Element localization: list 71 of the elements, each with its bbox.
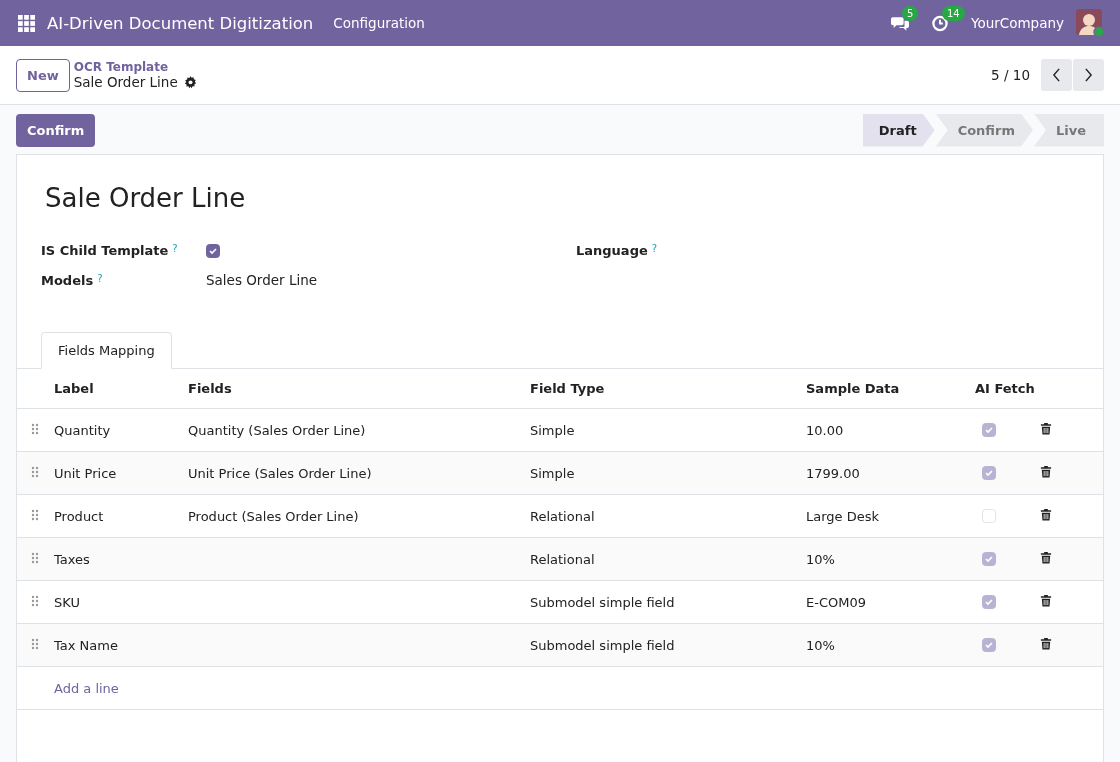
status-stage[interactable]: Confirm bbox=[935, 113, 1033, 147]
gear-icon[interactable] bbox=[183, 75, 197, 89]
drag-handle-icon[interactable] bbox=[31, 465, 39, 478]
chevron-left-icon bbox=[1052, 68, 1061, 82]
table-cell: Taxes bbox=[53, 537, 187, 581]
chevron-right-icon bbox=[1084, 68, 1093, 82]
field-label: IS Child Template bbox=[41, 243, 169, 258]
drag-handle-icon[interactable] bbox=[31, 594, 39, 607]
table-cell: Unit Price (Sales Order Line) bbox=[188, 465, 372, 481]
table-cell: Product bbox=[53, 494, 187, 538]
help-tooltip[interactable]: ? bbox=[97, 272, 103, 284]
trash-icon[interactable] bbox=[1040, 637, 1052, 650]
trash-icon[interactable] bbox=[1040, 465, 1052, 478]
table-cell: Product (Sales Order Line) bbox=[188, 508, 359, 524]
column-header[interactable]: Field Type bbox=[529, 369, 805, 409]
checkbox[interactable] bbox=[206, 243, 220, 258]
chat-icon[interactable] bbox=[890, 14, 909, 32]
table-cell: 10% bbox=[805, 537, 974, 581]
record-name: Sale Order Line bbox=[73, 74, 178, 90]
table-cell: Relational bbox=[529, 494, 805, 538]
table-cell: Quantity (Sales Order Line) bbox=[188, 422, 366, 438]
field-value: Sales Order Line bbox=[206, 272, 317, 288]
field-label: Models bbox=[41, 272, 94, 288]
column-header[interactable]: AI Fetch bbox=[974, 369, 1039, 409]
next-button[interactable] bbox=[1072, 59, 1104, 91]
table-cell: Submodel simple field bbox=[529, 580, 805, 624]
table-cell: Simple bbox=[529, 451, 805, 495]
status-stage[interactable]: Live bbox=[1033, 113, 1104, 147]
trash-icon[interactable] bbox=[1040, 508, 1052, 521]
status-stage[interactable]: Draft bbox=[862, 113, 935, 147]
table-cell: SKU bbox=[53, 580, 187, 624]
table-cell: Simple bbox=[529, 408, 805, 452]
user-avatar[interactable] bbox=[1076, 9, 1104, 37]
drag-handle-icon[interactable] bbox=[31, 551, 39, 564]
help-tooltip[interactable]: ? bbox=[651, 243, 658, 254]
company-name[interactable]: YourCompany bbox=[970, 15, 1064, 31]
drag-handle-icon[interactable] bbox=[31, 637, 39, 650]
menu-item[interactable]: Configuration bbox=[333, 15, 425, 31]
field-label: Language bbox=[576, 243, 648, 258]
trash-icon[interactable] bbox=[1040, 551, 1052, 564]
record-title: Sale Order Line bbox=[45, 183, 247, 213]
table-cell: Large Desk bbox=[805, 494, 974, 538]
trash-icon[interactable] bbox=[1040, 422, 1052, 435]
clock-icon[interactable] bbox=[930, 14, 949, 32]
message-count-badge: 5 bbox=[901, 5, 919, 21]
pager-value: 5 / 10 bbox=[991, 67, 1030, 83]
table-cell: 10.00 bbox=[805, 408, 974, 452]
drag-handle-icon[interactable] bbox=[31, 422, 39, 435]
table-cell: E-COM09 bbox=[805, 580, 974, 624]
trash-icon[interactable] bbox=[1040, 594, 1052, 607]
confirm-button[interactable]: Confirm bbox=[16, 113, 96, 147]
new-button[interactable]: New bbox=[16, 58, 70, 92]
apps-menu-icon[interactable] bbox=[18, 14, 35, 32]
activity-count-badge: 14 bbox=[941, 5, 965, 21]
breadcrumb-link[interactable]: OCR Template bbox=[73, 60, 197, 74]
add-line-link[interactable]: Add a line bbox=[54, 680, 119, 696]
column-header[interactable]: Sample Data bbox=[805, 369, 974, 409]
drag-handle-icon[interactable] bbox=[31, 508, 39, 521]
notebook-tab[interactable]: Fields Mapping bbox=[41, 332, 172, 369]
table-cell: Quantity bbox=[53, 408, 187, 452]
column-header[interactable]: Label bbox=[53, 369, 187, 409]
previous-button[interactable] bbox=[1040, 59, 1072, 91]
table-cell: Relational bbox=[529, 537, 805, 581]
column-header[interactable]: Fields bbox=[187, 369, 529, 409]
help-tooltip[interactable]: ? bbox=[172, 243, 178, 254]
table-cell: 1799.00 bbox=[805, 451, 974, 495]
app-title: AI-Driven Document Digitization bbox=[47, 13, 314, 33]
table-cell: Unit Price bbox=[53, 451, 187, 495]
table-cell: Tax Name bbox=[53, 623, 187, 667]
table-cell: 10% bbox=[805, 623, 974, 667]
table-cell: Submodel simple field bbox=[529, 623, 805, 667]
